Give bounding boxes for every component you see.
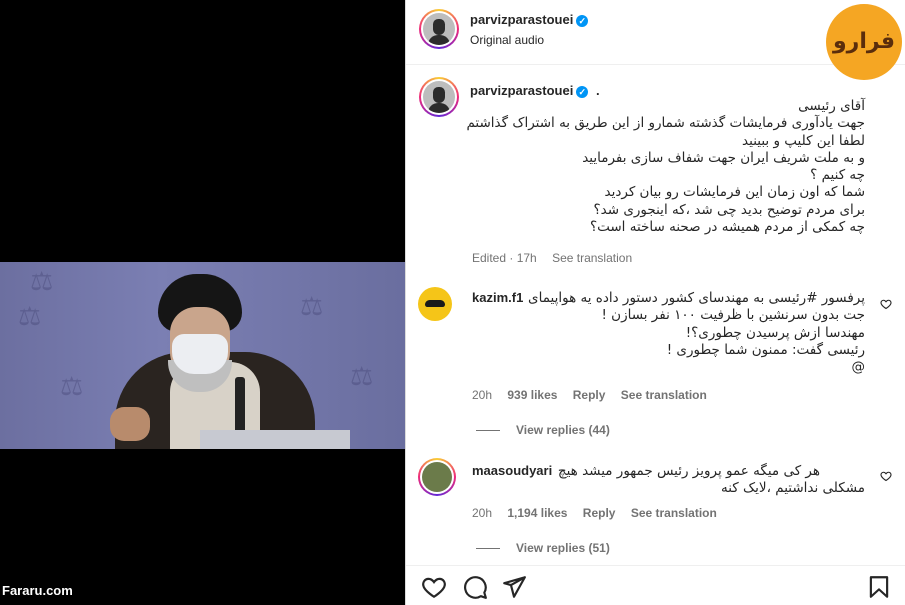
comment-username[interactable]: kazim.f1	[472, 290, 523, 305]
reply-button[interactable]: Reply	[583, 506, 616, 520]
caption-line: لطفا این کلیپ و ببینید	[742, 132, 865, 149]
see-translation-link[interactable]: See translation	[621, 388, 707, 402]
action-bar	[406, 565, 905, 605]
caption-text: آقای رئیسی جهت یادآوری فرمایشات گذشته شم…	[466, 98, 865, 236]
reply-button[interactable]: Reply	[573, 388, 606, 402]
video-player[interactable]: ⚖ ⚖ ⚖ ⚖ ⚖ Fararu.com	[0, 0, 405, 605]
comment-text: پرفسور #رئیسی به مهندسای کشور دستور داده…	[528, 290, 865, 376]
caption-meta: Edited · 17h See translation	[472, 251, 644, 265]
speaker-hand	[110, 407, 150, 441]
caption-line: چه کمکی از مردم همیشه در صحنه ساخته است؟	[589, 219, 865, 236]
face-mask	[172, 334, 228, 374]
caption-line: برای مردم توضیح بدید چی شد ،که اینجوری ش…	[593, 201, 865, 218]
replies-line	[476, 548, 500, 550]
caption-author-username[interactable]: parvizparastouei ✓ .	[470, 83, 600, 98]
desk	[200, 430, 350, 449]
video-frame[interactable]: ⚖ ⚖ ⚖ ⚖ ⚖	[0, 262, 405, 449]
comment-line: مهندسا ازش پرسیدن چطوری؟!	[685, 324, 865, 341]
view-replies-button[interactable]: View replies (51)	[476, 541, 610, 555]
caption-timestamp: Edited · 17h	[472, 251, 537, 265]
microphone	[235, 377, 245, 437]
caption-line: چه کنیم ؟	[810, 167, 865, 184]
comment-line: هر کی میگه عمو پرویز رئیس جمهور میشد هیچ	[557, 463, 820, 479]
bookmark-icon[interactable]	[866, 574, 892, 600]
logo-text: فرارو	[833, 29, 895, 54]
view-replies-button[interactable]: View replies (44)	[476, 423, 610, 437]
comment-line: @	[851, 359, 866, 376]
caption-line: آقای رئیسی	[798, 98, 865, 114]
comment-icon[interactable]	[462, 574, 488, 600]
watermark: Fararu.com	[2, 583, 73, 598]
replies-line	[476, 430, 500, 432]
caption-separator: .	[595, 83, 600, 98]
verified-badge-icon: ✓	[576, 85, 589, 98]
see-translation-link[interactable]: See translation	[631, 506, 717, 520]
comment-line: پرفسور #رئیسی به مهندسای کشور دستور داده…	[528, 290, 865, 306]
comment-time: 20h	[472, 506, 493, 520]
comment-meta: 20h 939 likes Reply See translation	[472, 388, 719, 402]
caption-line: جهت یادآوری فرمایشات گذشته شمارو از این …	[466, 115, 865, 132]
paper-plane-icon[interactable]	[501, 574, 527, 600]
comment-meta: 20h 1,194 likes Reply See translation	[472, 506, 729, 520]
comment-time: 20h	[472, 388, 493, 402]
comment-avatar[interactable]	[418, 287, 452, 321]
heart-icon[interactable]	[421, 574, 447, 600]
audio-label[interactable]: Original audio	[470, 33, 544, 47]
comment-like-icon[interactable]	[880, 470, 892, 482]
comment-line: رئیسی گفت: ممنون شما چطوری !	[666, 341, 865, 358]
comment-line: مشکلی نداشتیم ،لایک کنه	[721, 480, 865, 497]
caption-line: و به ملت شریف ایران جهت شفاف سازی بفرمای…	[582, 149, 865, 166]
comment-username[interactable]: maasoudyari	[472, 463, 552, 478]
comment-like-icon[interactable]	[880, 298, 892, 310]
post-details-panel: parvizparastouei ✓ Original audio parvizp…	[405, 0, 905, 605]
comment-likes[interactable]: 939 likes	[507, 388, 557, 402]
caption-author-avatar[interactable]	[419, 77, 459, 117]
comment-line: جت بدون سرنشین با ظرفیت ۱۰۰ نفر بسازن !	[601, 307, 865, 324]
post-author-avatar[interactable]	[419, 9, 459, 49]
comment-text: هر کی میگه عمو پرویز رئیس جمهور میشد هیچ…	[558, 463, 865, 498]
post-author-username[interactable]: parvizparastouei ✓	[470, 12, 589, 27]
site-logo: فرارو	[826, 4, 902, 80]
comment-likes[interactable]: 1,194 likes	[507, 506, 567, 520]
header-divider	[406, 64, 905, 65]
comment-avatar[interactable]	[418, 458, 456, 496]
verified-badge-icon: ✓	[576, 14, 589, 27]
caption-line: شما که اون زمان این فرمایشات رو بیان کرد…	[604, 184, 865, 201]
see-translation-link[interactable]: See translation	[552, 251, 632, 265]
